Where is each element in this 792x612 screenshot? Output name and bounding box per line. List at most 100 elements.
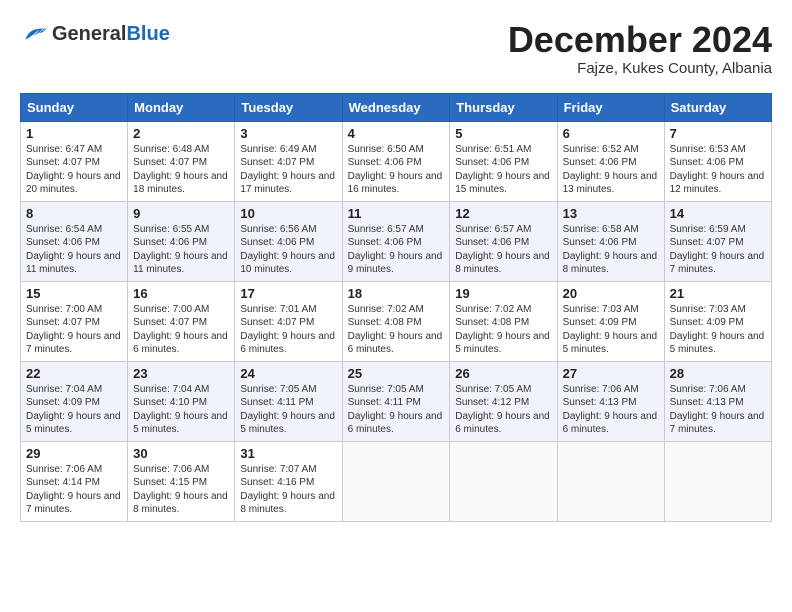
day-info: Sunrise: 7:06 AMSunset: 4:13 PMDaylight:… bbox=[563, 383, 659, 437]
day-info: Sunrise: 6:59 AMSunset: 4:07 PMDaylight:… bbox=[670, 223, 766, 277]
day-number: 11 bbox=[348, 206, 445, 221]
day-number: 17 bbox=[240, 286, 336, 301]
day-number: 14 bbox=[670, 206, 766, 221]
day-number: 26 bbox=[455, 366, 551, 381]
location-text: Fajze, Kukes County, Albania bbox=[508, 60, 772, 77]
calendar-cell: 20 Sunrise: 7:03 AMSunset: 4:09 PMDayligh… bbox=[557, 281, 664, 361]
calendar-cell: 10 Sunrise: 6:56 AMSunset: 4:06 PMDayligh… bbox=[235, 201, 342, 281]
title-block: December 2024 Fajze, Kukes County, Alban… bbox=[508, 20, 772, 77]
calendar-cell: 7Sunrise: 6:53 AMSunset: 4:06 PMDaylight… bbox=[664, 121, 771, 201]
day-info: Sunrise: 6:48 AMSunset: 4:07 PMDaylight:… bbox=[133, 143, 229, 197]
calendar-week-row: 15Sunrise: 7:00 AMSunset: 4:07 PMDayligh… bbox=[21, 281, 772, 361]
day-info: Sunrise: 7:05 AMSunset: 4:12 PMDaylight:… bbox=[455, 383, 551, 437]
calendar-week-row: 1 Sunrise: 6:47 AMSunset: 4:07 PMDaylight… bbox=[21, 121, 772, 201]
calendar-cell: 4 Sunrise: 6:50 AMSunset: 4:06 PMDaylight… bbox=[342, 121, 450, 201]
day-number: 24 bbox=[240, 366, 336, 381]
calendar-week-row: 8 Sunrise: 6:54 AMSunset: 4:06 PMDaylight… bbox=[21, 201, 772, 281]
calendar-week-row: 29 Sunrise: 7:06 AMSunset: 4:14 PMDayligh… bbox=[21, 441, 772, 521]
calendar-cell: 25 Sunrise: 7:05 AMSunset: 4:11 PMDayligh… bbox=[342, 361, 450, 441]
day-number: 23 bbox=[133, 366, 229, 381]
day-number: 28 bbox=[670, 366, 766, 381]
logo: GeneralBlue bbox=[20, 20, 170, 48]
day-number: 1 bbox=[26, 126, 122, 141]
day-number: 27 bbox=[563, 366, 659, 381]
day-info: Sunrise: 7:06 AMSunset: 4:15 PMDaylight:… bbox=[133, 463, 229, 517]
day-number: 3 bbox=[240, 126, 336, 141]
day-info: Sunrise: 6:56 AMSunset: 4:06 PMDaylight:… bbox=[240, 223, 336, 277]
calendar-cell: 23 Sunrise: 7:04 AMSunset: 4:10 PMDayligh… bbox=[128, 361, 235, 441]
day-number: 6 bbox=[563, 126, 659, 141]
day-number: 8 bbox=[26, 206, 122, 221]
day-number: 20 bbox=[563, 286, 659, 301]
calendar-cell bbox=[557, 441, 664, 521]
day-info: Sunrise: 7:06 AMSunset: 4:13 PMDaylight:… bbox=[670, 383, 766, 437]
calendar-cell: 18 Sunrise: 7:02 AMSunset: 4:08 PMDayligh… bbox=[342, 281, 450, 361]
calendar-cell: 31Sunrise: 7:07 AMSunset: 4:16 PMDayligh… bbox=[235, 441, 342, 521]
day-number: 25 bbox=[348, 366, 445, 381]
column-header-wednesday: Wednesday bbox=[342, 93, 450, 121]
calendar-cell: 19 Sunrise: 7:02 AMSunset: 4:08 PMDayligh… bbox=[450, 281, 557, 361]
day-number: 13 bbox=[563, 206, 659, 221]
logo-blue-text: Blue bbox=[126, 23, 169, 45]
day-info: Sunrise: 7:04 AMSunset: 4:09 PMDaylight:… bbox=[26, 383, 122, 437]
calendar-cell: 27 Sunrise: 7:06 AMSunset: 4:13 PMDayligh… bbox=[557, 361, 664, 441]
day-info: Sunrise: 6:49 AMSunset: 4:07 PMDaylight:… bbox=[240, 143, 336, 197]
calendar-cell: 29 Sunrise: 7:06 AMSunset: 4:14 PMDayligh… bbox=[21, 441, 128, 521]
day-number: 18 bbox=[348, 286, 445, 301]
day-info: Sunrise: 7:02 AMSunset: 4:08 PMDaylight:… bbox=[455, 303, 551, 357]
calendar-cell bbox=[450, 441, 557, 521]
column-header-friday: Friday bbox=[557, 93, 664, 121]
calendar-table: SundayMondayTuesdayWednesdayThursdayFrid… bbox=[20, 93, 772, 522]
day-info: Sunrise: 7:02 AMSunset: 4:08 PMDaylight:… bbox=[348, 303, 445, 357]
calendar-cell: 24 Sunrise: 7:05 AMSunset: 4:11 PMDayligh… bbox=[235, 361, 342, 441]
day-info: Sunrise: 7:05 AMSunset: 4:11 PMDaylight:… bbox=[240, 383, 336, 437]
calendar-cell: 13 Sunrise: 6:58 AMSunset: 4:06 PMDayligh… bbox=[557, 201, 664, 281]
day-info: Sunrise: 6:47 AMSunset: 4:07 PMDaylight:… bbox=[26, 143, 122, 197]
day-info: Sunrise: 6:53 AMSunset: 4:06 PMDaylight:… bbox=[670, 143, 766, 197]
day-number: 5 bbox=[455, 126, 551, 141]
calendar-cell: 3 Sunrise: 6:49 AMSunset: 4:07 PMDaylight… bbox=[235, 121, 342, 201]
day-info: Sunrise: 7:03 AMSunset: 4:09 PMDaylight:… bbox=[563, 303, 659, 357]
day-number: 2 bbox=[133, 126, 229, 141]
day-number: 9 bbox=[133, 206, 229, 221]
day-number: 19 bbox=[455, 286, 551, 301]
calendar-cell: 28 Sunrise: 7:06 AMSunset: 4:13 PMDayligh… bbox=[664, 361, 771, 441]
day-info: Sunrise: 6:57 AMSunset: 4:06 PMDaylight:… bbox=[455, 223, 551, 277]
calendar-header-row: SundayMondayTuesdayWednesdayThursdayFrid… bbox=[21, 93, 772, 121]
day-info: Sunrise: 6:51 AMSunset: 4:06 PMDaylight:… bbox=[455, 143, 551, 197]
column-header-saturday: Saturday bbox=[664, 93, 771, 121]
calendar-cell: 22Sunrise: 7:04 AMSunset: 4:09 PMDayligh… bbox=[21, 361, 128, 441]
calendar-week-row: 22Sunrise: 7:04 AMSunset: 4:09 PMDayligh… bbox=[21, 361, 772, 441]
logo-bird-icon bbox=[20, 20, 48, 48]
calendar-cell: 16 Sunrise: 7:00 AMSunset: 4:07 PMDayligh… bbox=[128, 281, 235, 361]
day-info: Sunrise: 7:06 AMSunset: 4:14 PMDaylight:… bbox=[26, 463, 122, 517]
day-info: Sunrise: 7:00 AMSunset: 4:07 PMDaylight:… bbox=[26, 303, 122, 357]
calendar-cell bbox=[342, 441, 450, 521]
day-info: Sunrise: 6:54 AMSunset: 4:06 PMDaylight:… bbox=[26, 223, 122, 277]
day-info: Sunrise: 6:57 AMSunset: 4:06 PMDaylight:… bbox=[348, 223, 445, 277]
day-info: Sunrise: 6:50 AMSunset: 4:06 PMDaylight:… bbox=[348, 143, 445, 197]
day-info: Sunrise: 7:00 AMSunset: 4:07 PMDaylight:… bbox=[133, 303, 229, 357]
day-number: 21 bbox=[670, 286, 766, 301]
logo-text: GeneralBlue bbox=[52, 23, 170, 45]
day-number: 16 bbox=[133, 286, 229, 301]
column-header-sunday: Sunday bbox=[21, 93, 128, 121]
day-number: 29 bbox=[26, 446, 122, 461]
day-info: Sunrise: 6:58 AMSunset: 4:06 PMDaylight:… bbox=[563, 223, 659, 277]
calendar-cell: 12Sunrise: 6:57 AMSunset: 4:06 PMDayligh… bbox=[450, 201, 557, 281]
day-number: 4 bbox=[348, 126, 445, 141]
day-number: 10 bbox=[240, 206, 336, 221]
calendar-cell: 6 Sunrise: 6:52 AMSunset: 4:06 PMDaylight… bbox=[557, 121, 664, 201]
calendar-cell bbox=[664, 441, 771, 521]
page-header: GeneralBlue December 2024 Fajze, Kukes C… bbox=[20, 20, 772, 77]
calendar-cell: 15Sunrise: 7:00 AMSunset: 4:07 PMDayligh… bbox=[21, 281, 128, 361]
day-info: Sunrise: 7:04 AMSunset: 4:10 PMDaylight:… bbox=[133, 383, 229, 437]
column-header-tuesday: Tuesday bbox=[235, 93, 342, 121]
calendar-cell: 11 Sunrise: 6:57 AMSunset: 4:06 PMDayligh… bbox=[342, 201, 450, 281]
day-info: Sunrise: 6:52 AMSunset: 4:06 PMDaylight:… bbox=[563, 143, 659, 197]
day-info: Sunrise: 7:05 AMSunset: 4:11 PMDaylight:… bbox=[348, 383, 445, 437]
month-title: December 2024 bbox=[508, 20, 772, 60]
calendar-cell: 14 Sunrise: 6:59 AMSunset: 4:07 PMDayligh… bbox=[664, 201, 771, 281]
day-info: Sunrise: 7:03 AMSunset: 4:09 PMDaylight:… bbox=[670, 303, 766, 357]
calendar-cell: 26 Sunrise: 7:05 AMSunset: 4:12 PMDayligh… bbox=[450, 361, 557, 441]
